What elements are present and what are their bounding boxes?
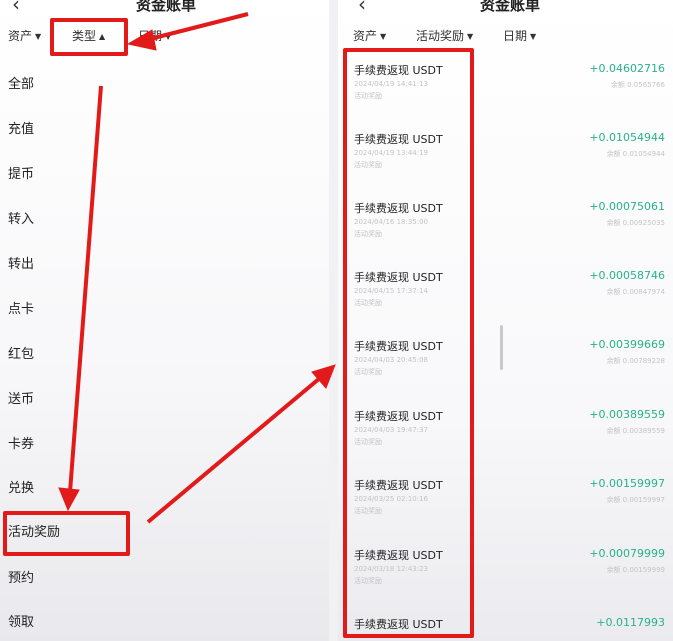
row-amount: +0.0117993 — [596, 616, 665, 629]
row-balance: 余额 0.01054944 — [606, 150, 665, 158]
menu-item[interactable]: 红包 — [8, 343, 34, 362]
filter-date-label: 日期 — [138, 29, 163, 43]
scrollbar[interactable] — [500, 325, 503, 370]
row-balance: 余额 0.00389559 — [606, 427, 665, 435]
page-title: 资金账单 — [480, 0, 541, 14]
row-balance: 余额 0.00159999 — [606, 566, 665, 574]
back-icon[interactable]: ‹ — [358, 0, 366, 16]
filter-date[interactable]: 日期 ▼ — [503, 27, 536, 44]
filter-asset[interactable]: 资产 ▼ — [353, 27, 386, 44]
highlight-activity-reward — [3, 511, 130, 556]
caret-down-icon: ▼ — [530, 32, 537, 41]
filter-asset-label: 资产 — [8, 29, 33, 43]
highlight-reward-list — [343, 48, 474, 638]
row-amount: +0.00058746 — [589, 269, 665, 282]
filter-type-label: 活动奖励 — [416, 29, 465, 43]
row-balance: 余额 0.00925035 — [606, 219, 665, 227]
menu-item[interactable]: 送币 — [8, 388, 34, 407]
menu-item[interactable]: 转入 — [8, 208, 34, 227]
menu-item[interactable]: 转出 — [8, 253, 34, 272]
row-balance: 余额 0.00789228 — [606, 357, 665, 365]
back-icon[interactable]: ‹ — [12, 0, 20, 16]
row-balance: 余额 0.00159997 — [606, 496, 665, 504]
menu-item[interactable]: 全部 — [8, 73, 34, 92]
row-balance: 余额 0.00847974 — [606, 288, 665, 296]
menu-item[interactable]: 充值 — [8, 118, 34, 137]
row-amount: +0.01054944 — [589, 131, 665, 144]
menu-item[interactable]: 提币 — [8, 163, 34, 182]
caret-down-icon: ▼ — [380, 32, 387, 41]
divider — [329, 0, 338, 641]
menu-item[interactable]: 预约 — [8, 567, 34, 586]
row-amount: +0.00159997 — [589, 477, 665, 490]
filter-asset-label: 资产 — [353, 29, 378, 43]
highlight-type-filter — [50, 18, 128, 56]
filter-date[interactable]: 日期 ▼ — [138, 27, 171, 44]
row-amount: +0.00079999 — [589, 547, 665, 560]
row-amount: +0.00399669 — [589, 338, 665, 351]
caret-down-icon: ▼ — [165, 32, 172, 41]
caret-down-icon: ▼ — [35, 32, 42, 41]
row-amount: +0.04602716 — [589, 62, 665, 75]
page-title: 资金账单 — [136, 0, 197, 14]
menu-item[interactable]: 卡券 — [8, 433, 34, 452]
filter-date-label: 日期 — [503, 29, 528, 43]
filter-type[interactable]: 活动奖励 ▼ — [416, 27, 473, 44]
menu-item[interactable]: 点卡 — [8, 298, 34, 317]
menu-item[interactable]: 领取 — [8, 611, 34, 630]
row-amount: +0.00389559 — [589, 408, 665, 421]
caret-down-icon: ▼ — [467, 32, 474, 41]
filter-asset[interactable]: 资产 ▼ — [8, 27, 41, 44]
menu-item[interactable]: 兑换 — [8, 477, 34, 496]
row-balance: 余额 0.0565766 — [610, 81, 665, 89]
row-amount: +0.00075061 — [589, 200, 665, 213]
